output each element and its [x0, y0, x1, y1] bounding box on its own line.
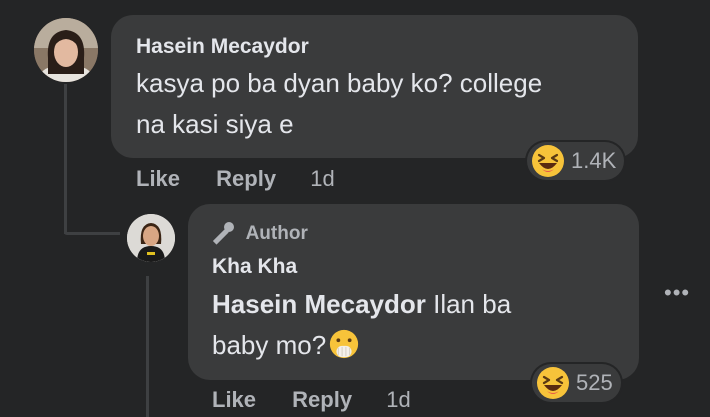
laughing-emoji-icon — [537, 367, 569, 399]
reply-actions: Like Reply 1d — [212, 387, 411, 413]
avatar[interactable] — [34, 18, 98, 82]
reply-button[interactable]: Reply — [292, 387, 352, 412]
author-badge-label: Author — [245, 223, 308, 244]
author-badge: Author — [211, 219, 308, 245]
reply-timestamp[interactable]: 1d — [386, 387, 410, 412]
thread-line-vertical — [64, 84, 67, 234]
reply-text: Hasein Mecaydor Ilan ba baby mo? — [212, 284, 632, 366]
reply-reaction-count: 525 — [576, 370, 613, 395]
comment-author-name[interactable]: Hasein Mecaydor — [136, 35, 309, 59]
reply-reaction-summary[interactable]: 525 — [532, 364, 621, 402]
avatar-photo-icon — [127, 214, 175, 262]
reply-button[interactable]: Reply — [216, 166, 276, 191]
comment-text-line2: na kasi siya e — [136, 109, 294, 139]
reply-text-line2: baby mo? — [212, 330, 327, 360]
microphone-icon — [212, 222, 234, 245]
comment-timestamp[interactable]: 1d — [310, 166, 334, 191]
face-with-hand-over-mouth-icon — [330, 329, 359, 359]
comment-text: kasya po ba dyan baby ko? college na kas… — [136, 63, 631, 145]
like-button[interactable]: Like — [136, 166, 180, 191]
reply-thread-line — [146, 276, 149, 417]
reply-text-line2-wrap: baby mo? — [212, 325, 632, 366]
mention-link[interactable]: Hasein Mecaydor — [212, 289, 426, 319]
avatar-photo-icon — [34, 18, 98, 82]
comment-actions: Like Reply 1d — [136, 166, 335, 192]
like-button[interactable]: Like — [212, 387, 256, 412]
reply-text-body: Ilan ba — [425, 289, 512, 319]
thread-line-elbow — [64, 232, 120, 235]
more-options-icon[interactable]: ••• — [664, 280, 690, 306]
laughing-emoji-icon — [532, 145, 564, 177]
reply-avatar[interactable] — [127, 214, 175, 262]
reply-author-name[interactable]: Kha Kha — [212, 255, 297, 279]
reaction-count: 1.4K — [571, 148, 617, 173]
comment-text-line1: kasya po ba dyan baby ko? college — [136, 68, 543, 98]
reaction-summary[interactable]: 1.4K — [527, 142, 625, 180]
reply-text-line1: Hasein Mecaydor Ilan ba — [212, 284, 632, 325]
